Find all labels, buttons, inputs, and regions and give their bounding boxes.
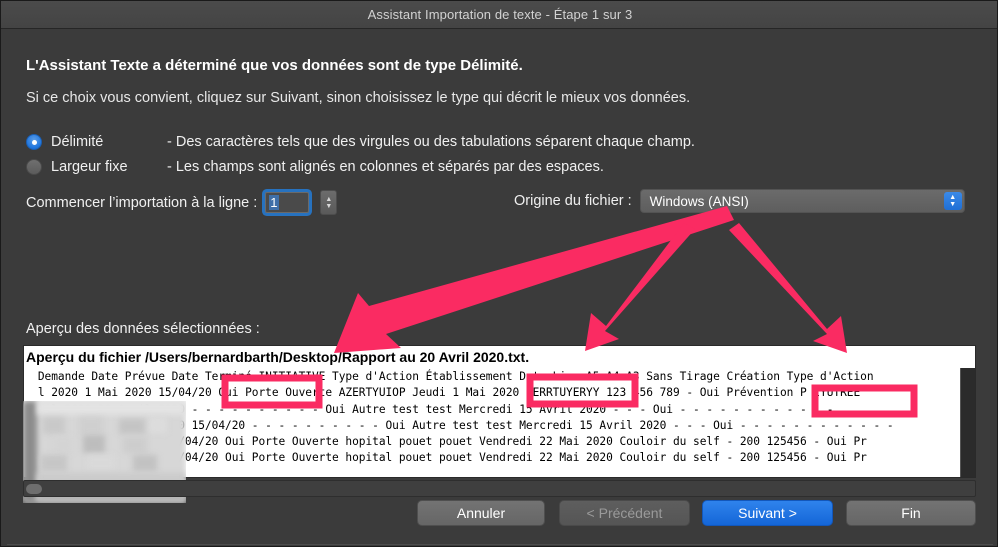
preview-filename-line: Aperçu du fichier /Users/bernardbarth/De… <box>24 346 975 368</box>
finish-button[interactable]: Fin <box>846 500 976 526</box>
chevron-up-icon[interactable]: ▲ <box>325 196 332 203</box>
start-line-stepper-buttons[interactable]: ▲ ▼ <box>320 190 338 215</box>
preview-vertical-scrollbar[interactable] <box>960 368 975 477</box>
radio-description-largeur-fixe: - Les champs sont alignés en colonnes et… <box>167 159 604 175</box>
dialog-content: L'Assistant Texte a déterminé que vos do… <box>1 30 997 546</box>
chevron-up-down-icon[interactable]: ▲ ▼ <box>943 192 962 210</box>
cancel-button[interactable]: Annuler <box>417 500 545 526</box>
dialog-button-bar: Annuler < Précédent Suivant > Fin <box>1 492 997 546</box>
start-line-row: Commencer l’importation à la ligne : 1 ▲… <box>26 190 338 215</box>
file-origin-label: Origine du fichier : <box>514 193 632 209</box>
file-origin-row: Origine du fichier : Windows (ANSI) ▲ ▼ <box>514 189 965 213</box>
preview-header-row: Demande Date Prévue Date Terminé INITIAT… <box>23 370 874 383</box>
radio-selected-icon[interactable] <box>26 134 42 150</box>
start-line-input[interactable]: 1 <box>265 192 310 213</box>
subheadline-text: Si ce choix vous convient, cliquez sur S… <box>26 90 691 106</box>
radio-option-largeur-fixe[interactable]: Largeur fixe - Les champs sont alignés e… <box>26 159 604 175</box>
radio-description-delimite: - Des caractères tels que des virgules o… <box>167 134 695 150</box>
text-import-wizard-window: Assistant Importation de texte - Étape 1… <box>0 0 998 547</box>
previous-button[interactable]: < Précédent <box>559 500 690 526</box>
start-line-label: Commencer l’importation à la ligne : <box>26 194 258 211</box>
preview-data-row: l 2020 1 Mai 2020 15/04/20 Oui Porte Ouv… <box>23 386 861 400</box>
file-origin-value: Windows (ANSI) <box>649 193 749 209</box>
window-titlebar[interactable]: Assistant Importation de texte - Étape 1… <box>1 1 997 29</box>
chevron-down-icon[interactable]: ▼ <box>325 203 332 210</box>
headline-text: L'Assistant Texte a déterminé que vos do… <box>26 57 523 74</box>
radio-label-delimite: Délimité <box>51 134 104 150</box>
window-title: Assistant Importation de texte - Étape 1… <box>367 7 633 22</box>
preview-section-label: Aperçu des données sélectionnées : <box>26 321 260 337</box>
radio-label-largeur-fixe: Largeur fixe <box>51 159 128 175</box>
radio-option-delimite[interactable]: Délimité - Des caractères tels que des v… <box>26 134 695 150</box>
start-line-value: 1 <box>269 195 279 210</box>
start-line-stepper[interactable]: 1 ▲ ▼ <box>265 190 338 215</box>
next-button[interactable]: Suivant > <box>702 500 833 526</box>
radio-unselected-icon[interactable] <box>26 159 42 175</box>
file-origin-select[interactable]: Windows (ANSI) ▲ ▼ <box>639 189 965 213</box>
bottom-divider <box>7 544 993 545</box>
